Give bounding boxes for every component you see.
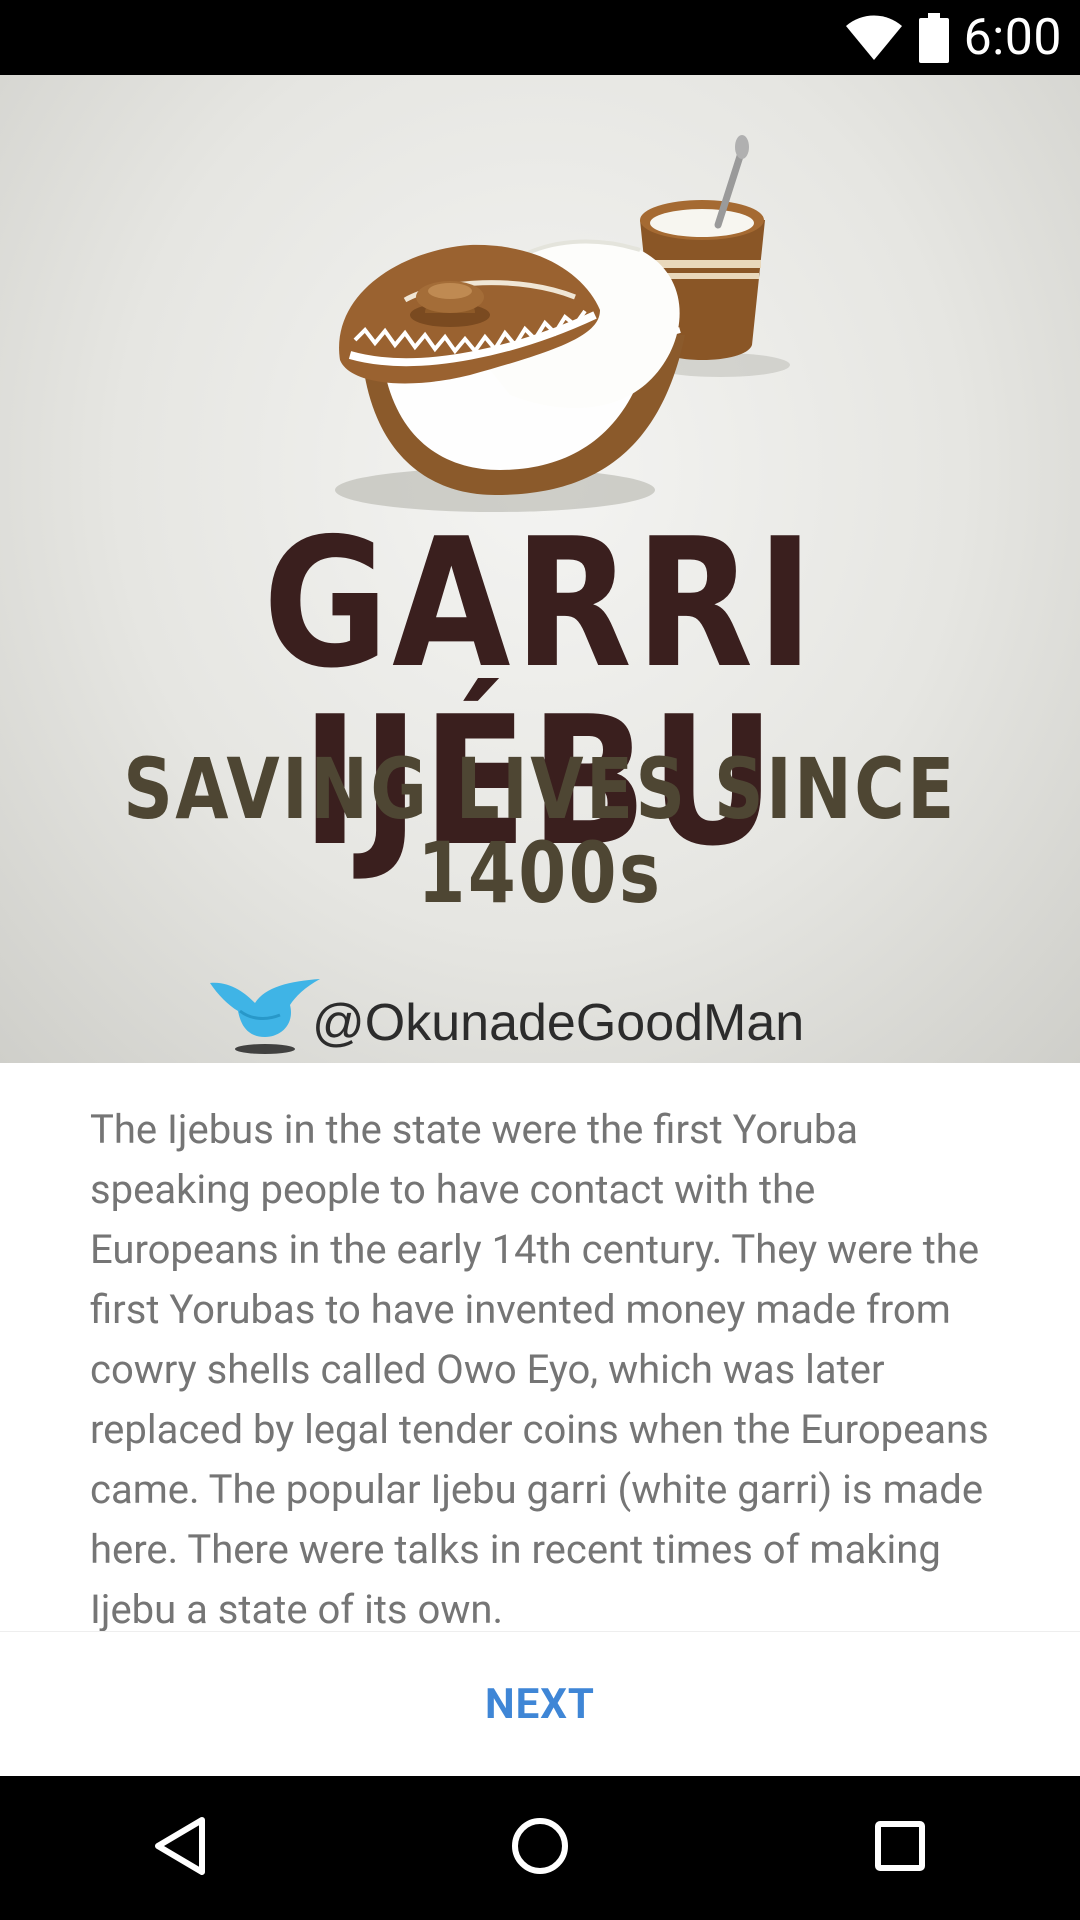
battery-icon <box>918 12 950 63</box>
wifi-icon <box>844 14 904 62</box>
status-bar: 6:00 <box>0 0 1080 75</box>
hero-subtitle: SAVING LIVES SINCE 1400s <box>123 740 957 922</box>
content-area[interactable]: The Ijebus in the state were the first Y… <box>0 1063 1080 1631</box>
clock: 6:00 <box>963 8 1062 67</box>
recents-icon <box>874 1820 926 1876</box>
recents-button[interactable] <box>810 1776 990 1920</box>
hero-image: GARRI IJÉBU SAVING LIVES SINCE 1400s @Ok… <box>0 75 1080 1063</box>
navigation-bar <box>0 1776 1080 1920</box>
back-button[interactable] <box>90 1776 270 1920</box>
home-button[interactable] <box>450 1776 630 1920</box>
description-text: The Ijebus in the state were the first Y… <box>90 1106 989 1631</box>
home-icon <box>511 1817 569 1879</box>
hero-handle: @OkunadeGoodMan <box>312 994 805 1052</box>
footer-bar: NEXT <box>0 1631 1080 1776</box>
next-button[interactable]: NEXT <box>445 1660 635 1749</box>
back-icon <box>152 1816 208 1880</box>
